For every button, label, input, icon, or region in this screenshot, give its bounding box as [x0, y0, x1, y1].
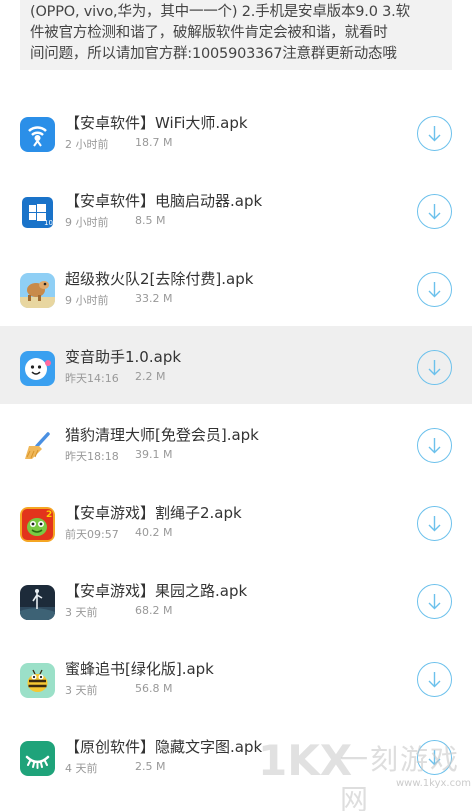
file-name[interactable]: 【安卓游戏】果园之路.apk — [65, 580, 247, 601]
download-arrow-icon — [428, 126, 441, 142]
file-size: 2.5 M — [135, 760, 166, 773]
svg-text:10: 10 — [44, 219, 53, 227]
file-size: 56.8 M — [135, 682, 173, 695]
file-item[interactable]: 【安卓软件】WiFi大师.apk 2 小时前 18.7 M — [0, 92, 472, 170]
file-time: 2 小时前 — [65, 138, 109, 151]
file-item[interactable]: 变音助手1.0.apk 昨天14:16 2.2 M — [0, 326, 472, 404]
svg-text:2: 2 — [46, 510, 52, 520]
file-name[interactable]: 猎豹清理大师[免登会员].apk — [65, 424, 259, 445]
notice-line-2: 件被官方检测和谐了，破解版软件肯定会被和谐，就看时 — [30, 25, 388, 41]
file-size: 40.2 M — [135, 526, 173, 539]
file-time: 昨天18:18 — [65, 450, 119, 463]
file-time: 4 天前 — [65, 762, 98, 775]
download-arrow-icon — [428, 204, 441, 220]
file-item[interactable]: 蜜蜂追书[绿化版].apk 3 天前 56.8 M — [0, 638, 472, 716]
wifi-master-icon — [20, 117, 55, 152]
download-arrow-icon — [428, 750, 441, 766]
orchard-road-icon — [20, 585, 55, 620]
windows-launcher-icon: 10 — [20, 195, 55, 230]
bee-reader-icon — [20, 663, 55, 698]
file-size: 68.2 M — [135, 604, 173, 617]
download-arrow-icon — [428, 282, 441, 298]
file-size: 18.7 M — [135, 136, 173, 149]
file-time: 9 小时前 — [65, 294, 109, 307]
download-arrow-icon — [428, 594, 441, 610]
download-button[interactable] — [417, 428, 452, 463]
download-button[interactable] — [417, 272, 452, 307]
notice-line-3: 间问题，所以请加官方群:1005903367注意群更新动态哦 — [30, 46, 397, 62]
file-time: 3 天前 — [65, 606, 98, 619]
download-arrow-icon — [428, 438, 441, 454]
download-button[interactable] — [417, 584, 452, 619]
download-button[interactable] — [417, 350, 452, 385]
cut-the-rope-icon: 2 — [20, 507, 55, 542]
file-time: 3 天前 — [65, 684, 98, 697]
file-name[interactable]: 【安卓游戏】割绳子2.apk — [65, 502, 242, 523]
file-size: 2.2 M — [135, 370, 166, 383]
download-arrow-icon — [428, 360, 441, 376]
file-item[interactable]: 10 【安卓软件】电脑启动器.apk 9 小时前 8.5 M — [0, 170, 472, 248]
file-name[interactable]: 蜜蜂追书[绿化版].apk — [65, 658, 214, 679]
download-button[interactable] — [417, 506, 452, 541]
notice-banner: (OPPO, vivo,华为，其中一一个) 2.手机是安卓版本9.0 3.软 件… — [20, 0, 452, 70]
file-size: 39.1 M — [135, 448, 173, 461]
notice-line-1: (OPPO, vivo,华为，其中一一个) 2.手机是安卓版本9.0 3.软 — [30, 4, 410, 20]
file-item[interactable]: 【安卓游戏】果园之路.apk 3 天前 68.2 M — [0, 560, 472, 638]
file-time: 9 小时前 — [65, 216, 109, 229]
file-item[interactable]: 猎豹清理大师[免登会员].apk 昨天18:18 39.1 M — [0, 404, 472, 482]
file-name[interactable]: 变音助手1.0.apk — [65, 346, 181, 367]
voice-changer-icon — [20, 351, 55, 386]
file-name[interactable]: 【原创软件】隐藏文字图.apk — [65, 736, 262, 757]
file-name[interactable]: 【安卓软件】电脑启动器.apk — [65, 190, 262, 211]
file-name[interactable]: 超级救火队2[去除付费].apk — [65, 268, 253, 289]
file-item[interactable]: 2 【安卓游戏】割绳子2.apk 前天09:57 40.2 M — [0, 482, 472, 560]
download-arrow-icon — [428, 672, 441, 688]
firefighter-game-icon — [20, 273, 55, 308]
file-size: 8.5 M — [135, 214, 166, 227]
download-button[interactable] — [417, 662, 452, 697]
broom-cleaner-icon — [20, 429, 55, 464]
download-arrow-icon — [428, 516, 441, 532]
file-time: 前天09:57 — [65, 528, 119, 541]
file-size: 33.2 M — [135, 292, 173, 305]
download-button[interactable] — [417, 740, 452, 775]
download-button[interactable] — [417, 116, 452, 151]
file-item[interactable]: 【原创软件】隐藏文字图.apk 4 天前 2.5 M — [0, 716, 472, 794]
hidden-text-eye-icon — [20, 741, 55, 776]
file-time: 昨天14:16 — [65, 372, 119, 385]
file-item[interactable]: 超级救火队2[去除付费].apk 9 小时前 33.2 M — [0, 248, 472, 326]
download-button[interactable] — [417, 194, 452, 229]
file-name[interactable]: 【安卓软件】WiFi大师.apk — [65, 112, 248, 133]
file-list: 【安卓软件】WiFi大师.apk 2 小时前 18.7 M 10 【安卓软件】电… — [0, 92, 472, 794]
